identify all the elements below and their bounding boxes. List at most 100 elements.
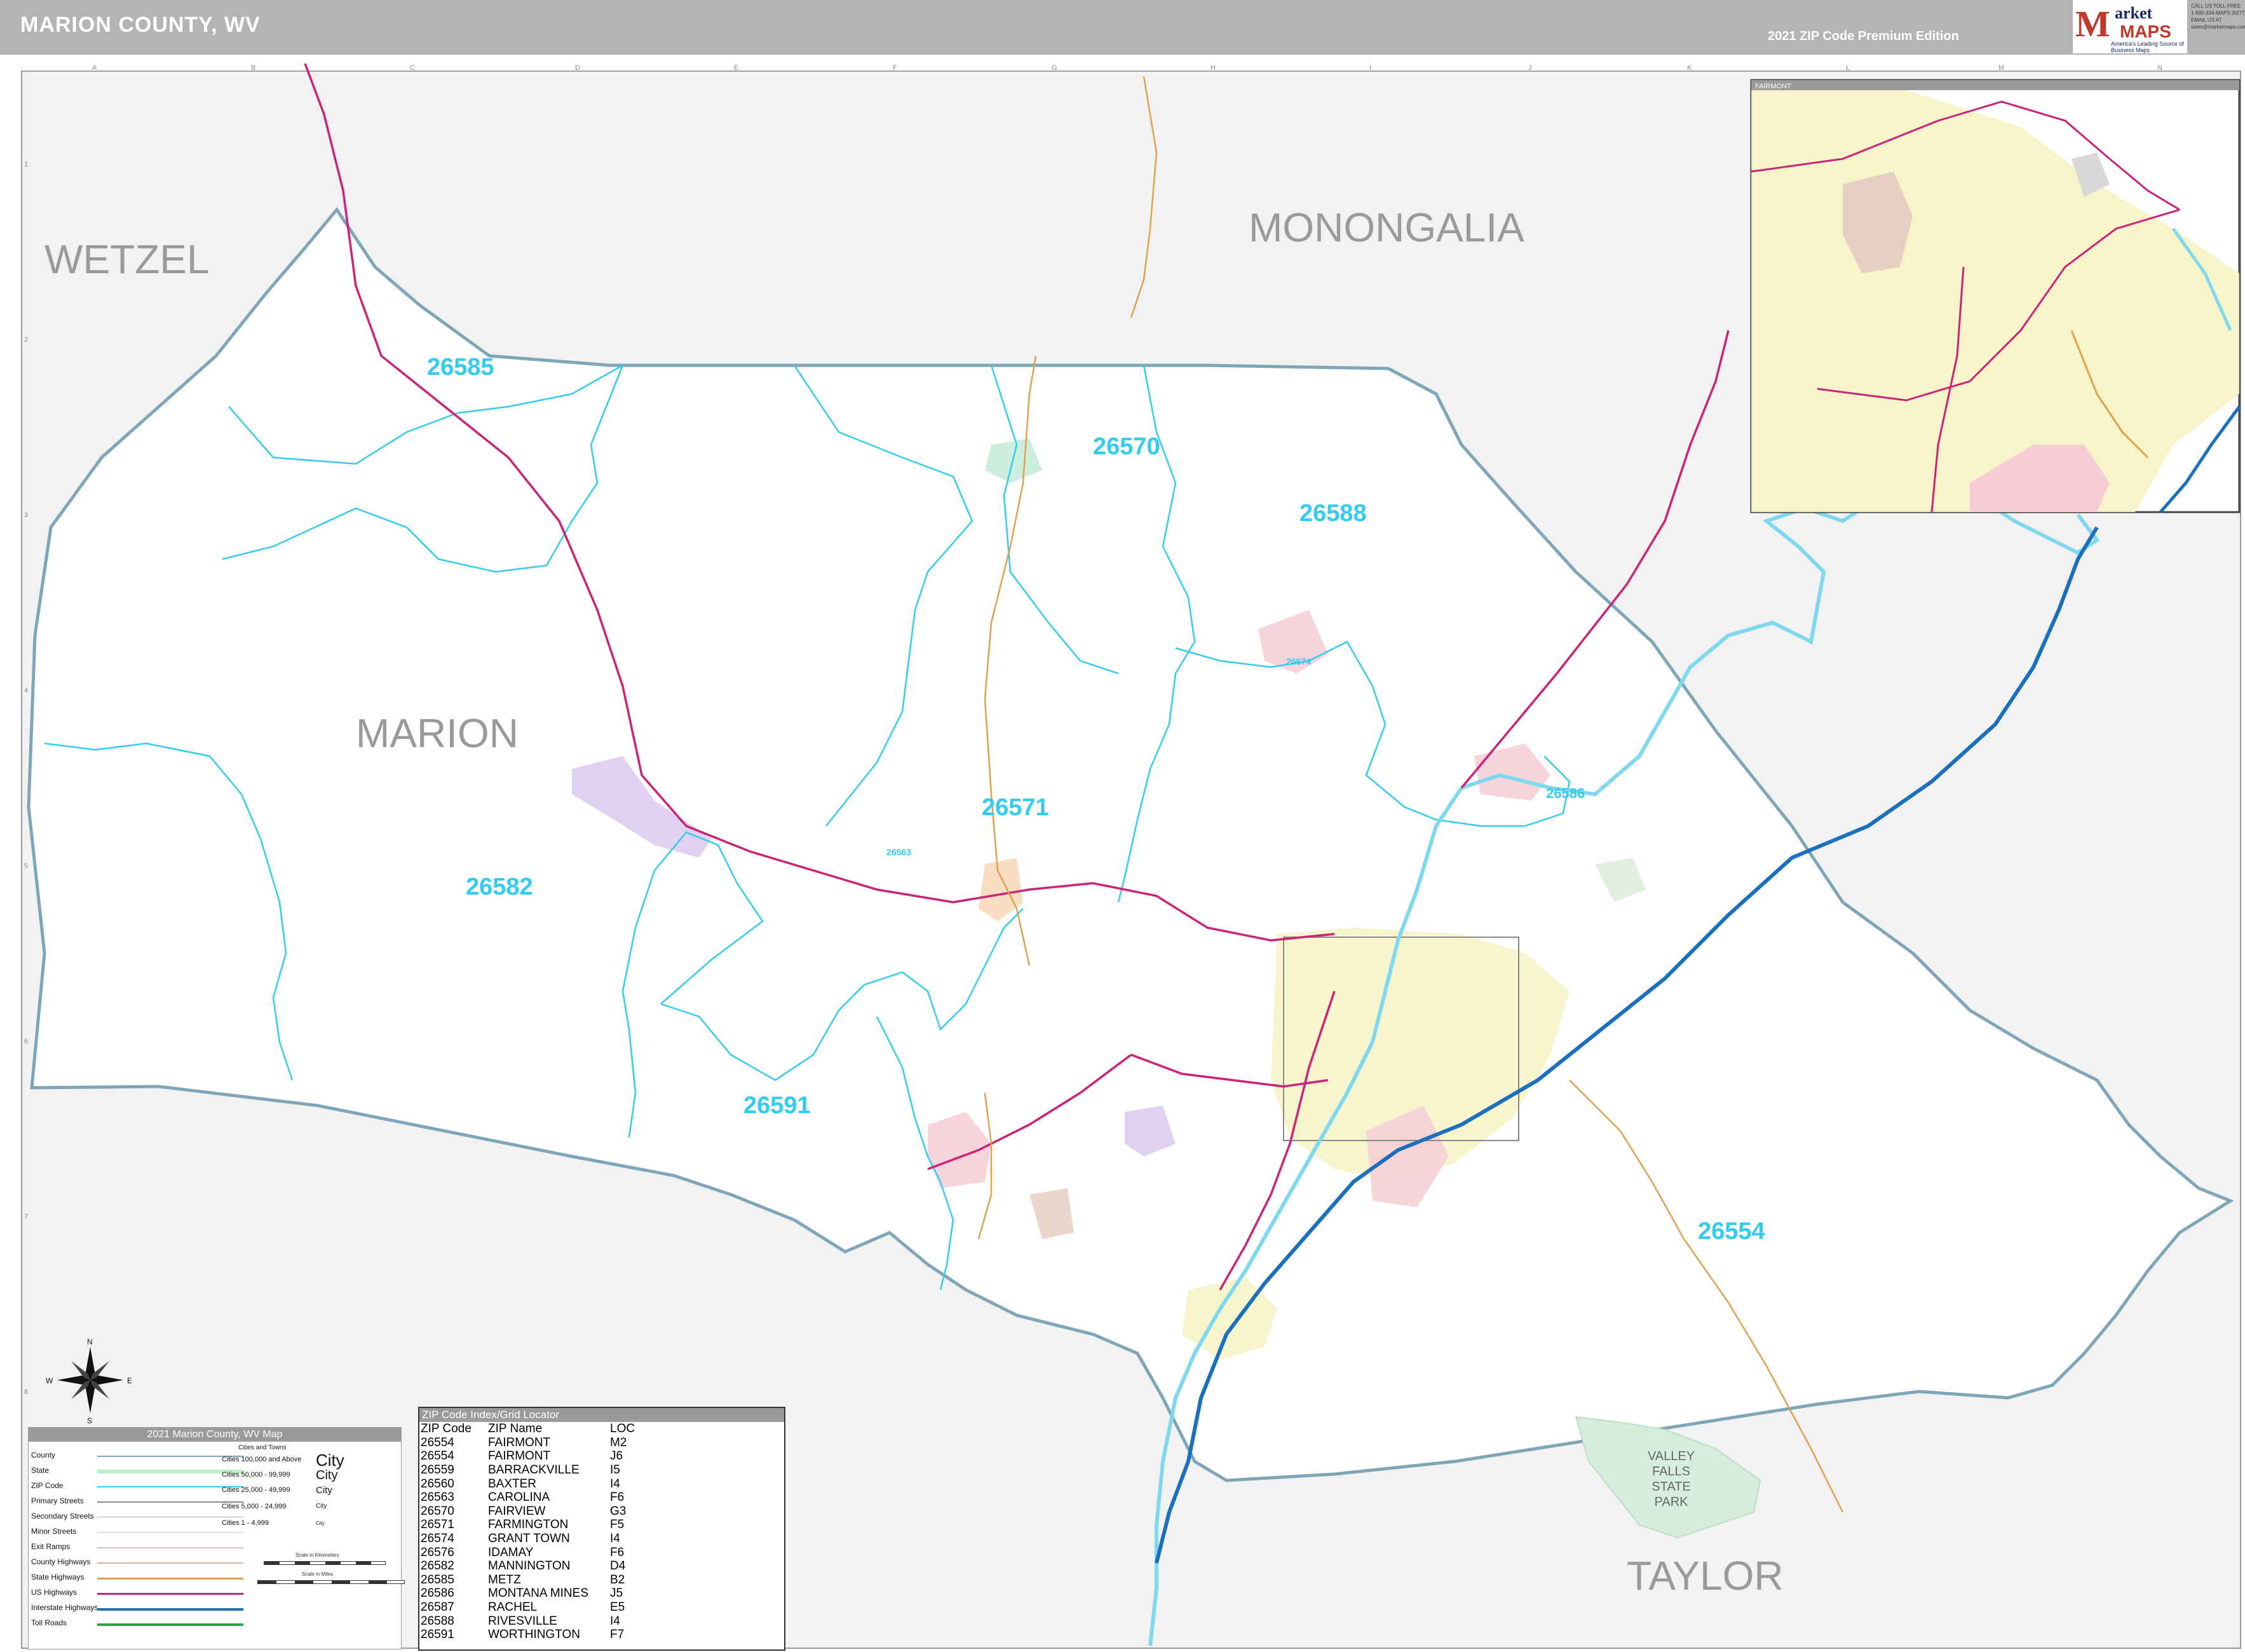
- logo-tagline: America's Leading Source of Business Map…: [2111, 41, 2184, 53]
- legend-row: State Highways: [31, 1573, 85, 1581]
- zip-code-cell: 26576: [421, 1545, 454, 1559]
- county-label-monongalia: MONONGALIA: [1249, 205, 1524, 250]
- zip-label: 26570: [1093, 433, 1160, 460]
- zip-loc-cell: F6: [610, 1545, 625, 1559]
- legend-row: County Highways: [31, 1557, 91, 1566]
- grid-letter: K: [1687, 64, 1692, 72]
- zip-index-row: 26559 BARRACKVILLE I5: [421, 1463, 639, 1477]
- zip-code-cell: 26585: [421, 1573, 454, 1587]
- grid-letter: F: [893, 64, 897, 72]
- zip-code-cell: 26554: [421, 1435, 454, 1449]
- grid-number: 5: [24, 862, 28, 870]
- county-label-marion: MARION: [356, 710, 519, 756]
- map-legend: 2021 Marion County, WV Map County State …: [28, 1427, 405, 1649]
- scale-mi-label: Scale in Miles: [302, 1571, 334, 1577]
- park-label: STATE: [1652, 1480, 1690, 1494]
- zip-code-index: ZIP Code Index/Grid Locator ZIP Code ZIP…: [418, 1407, 785, 1651]
- legend-row: State: [31, 1466, 50, 1475]
- legend-row: Secondary Streets: [31, 1512, 94, 1520]
- market-maps-logo: M arket MAPS America's Leading Source of…: [2073, 0, 2187, 53]
- zip-label: 26586: [1546, 785, 1585, 801]
- scale-km-label: Scale in Kilometers: [295, 1552, 339, 1558]
- legend-title: 2021 Marion County, WV Map: [29, 1428, 401, 1442]
- zip-label: 26585: [427, 354, 494, 381]
- grid-letter: L: [1846, 64, 1850, 72]
- zip-loc-cell: I5: [610, 1463, 620, 1477]
- contact-line: 1-800-334-MAPS (6277): [2191, 10, 2245, 16]
- zip-loc-cell: I4: [610, 1614, 620, 1628]
- legend-row: Minor Streets: [31, 1527, 77, 1536]
- park-label: PARK: [1655, 1495, 1689, 1509]
- zip-code-cell: 26554: [421, 1449, 454, 1463]
- zip-index-row: 26591 WORTHINGTON F7: [421, 1628, 639, 1642]
- city-class: Cities 5,000 - 24,999: [222, 1503, 287, 1510]
- zip-loc-cell: I4: [610, 1532, 620, 1546]
- fairmont-inset: FAIRMONT: [1750, 79, 2241, 513]
- zip-loc-cell: J6: [610, 1449, 623, 1463]
- contact-line: CALL US TOLL FREE: [2191, 3, 2241, 9]
- cities-header: Cities and Towns: [238, 1444, 287, 1451]
- zip-name-cell: BARRACKVILLE: [488, 1463, 580, 1477]
- zip-loc-cell: F7: [610, 1628, 625, 1642]
- zip-loc-cell: J5: [610, 1587, 623, 1601]
- zip-name-cell: MANNINGTON: [488, 1559, 571, 1573]
- zip-index-row: 26585 METZ B2: [421, 1573, 639, 1587]
- grid-number: 8: [24, 1388, 28, 1396]
- zip-index-row: 26586 MONTANA MINES J5: [421, 1587, 639, 1601]
- legend-row: Interstate Highways: [31, 1603, 98, 1612]
- zip-name-cell: MONTANA MINES: [488, 1587, 588, 1601]
- legend-swatch: [97, 1623, 243, 1626]
- grid-letter: N: [2157, 64, 2162, 72]
- zip-label: 26574: [1286, 656, 1311, 667]
- grid-number: 3: [24, 511, 28, 519]
- zip-label: 26563: [886, 847, 911, 857]
- county-label-wetzel: WETZEL: [44, 236, 210, 282]
- zip-code-cell: 26582: [421, 1559, 454, 1573]
- city-sample: City: [316, 1468, 338, 1482]
- city-sample: City: [316, 1451, 344, 1470]
- zip-index-row: 26554 FAIRMONT J6: [421, 1449, 639, 1463]
- legend-row: ZIP Code: [31, 1481, 64, 1490]
- zip-loc-cell: I4: [610, 1477, 620, 1491]
- zip-code-cell: 26587: [421, 1601, 454, 1615]
- city-class: Cities 50,000 - 99,999: [222, 1471, 290, 1479]
- city-class: Cities 1 - 4,999: [222, 1519, 269, 1527]
- zip-name-cell: IDAMAY: [488, 1545, 534, 1559]
- scale-bar-mi: [257, 1580, 405, 1584]
- zip-index-title: ZIP Code Index/Grid Locator: [419, 1408, 784, 1422]
- zip-loc-cell: F5: [610, 1518, 625, 1532]
- zip-code-cell: 26574: [421, 1532, 454, 1546]
- contact-info: CALL US TOLL FREE 1-800-334-MAPS (6277) …: [2191, 3, 2245, 30]
- zip-index-header-row: ZIP Code ZIP Name LOC: [421, 1422, 639, 1436]
- grid-number: 2: [24, 336, 28, 344]
- county-label-taylor: TAYLOR: [1627, 1553, 1784, 1599]
- zip-index-row: 26582 MANNINGTON D4: [421, 1559, 639, 1573]
- city-sample: City: [316, 1503, 327, 1510]
- legend-swatch: [97, 1532, 243, 1533]
- zip-name-cell: FAIRMONT: [488, 1449, 551, 1463]
- edition-label: 2021 ZIP Code Premium Edition: [1768, 29, 1959, 43]
- grid-letter: C: [410, 64, 415, 72]
- zip-index-row: 26570 FAIRVIEW G3: [421, 1505, 639, 1519]
- zip-index-row: 26574 GRANT TOWN I4: [421, 1532, 639, 1546]
- inset-title: FAIRMONT: [1755, 83, 1791, 90]
- zip-loc-cell: B2: [610, 1573, 625, 1587]
- grid-letter: I: [1369, 64, 1371, 72]
- city-class: Cities 100,000 and Above: [222, 1456, 302, 1463]
- zip-code-cell: 26588: [421, 1614, 454, 1628]
- zip-loc-cell: E5: [610, 1601, 625, 1615]
- zip-code-cell: 26571: [421, 1518, 454, 1532]
- zip-code-cell: 26570: [421, 1504, 454, 1518]
- logo-brand-bottom: MAPS: [2120, 22, 2171, 41]
- zip-name-cell: FAIRMONT: [488, 1435, 551, 1449]
- zip-loc-cell: F6: [610, 1491, 625, 1505]
- zip-name-cell: CAROLINA: [488, 1491, 550, 1505]
- contact-line: sales@marketmaps.com: [2191, 24, 2245, 30]
- city-class: Cities 25,000 - 49,999: [222, 1486, 290, 1494]
- zip-index-header: LOC: [610, 1422, 635, 1436]
- compass-e: E: [127, 1376, 132, 1385]
- zip-name-cell: BAXTER: [488, 1477, 537, 1491]
- compass-s: S: [87, 1416, 92, 1425]
- zip-code-cell: 26563: [421, 1491, 454, 1505]
- zip-loc-cell: M2: [610, 1435, 627, 1449]
